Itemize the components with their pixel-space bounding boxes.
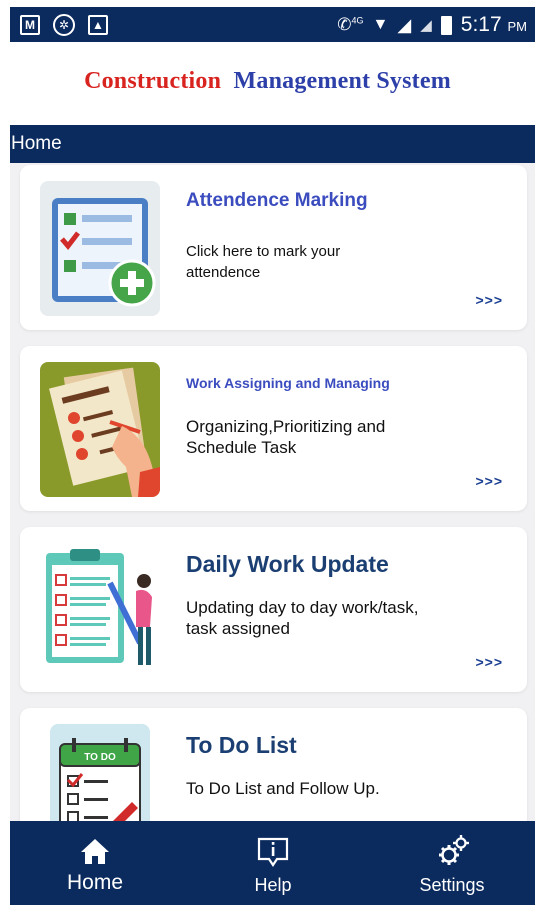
todo-illustration: TO DO: [50, 724, 150, 821]
card-description: Click here to mark your attendence: [186, 241, 340, 283]
todo-badge-text: TO DO: [84, 752, 116, 763]
signal-icon-2: ◢: [420, 17, 432, 34]
gmail-icon: M: [20, 15, 40, 35]
daily-update-illustration: [40, 543, 160, 678]
app-notification-icon: ✲: [53, 14, 75, 36]
card-attendence-marking[interactable]: Attendence Marking Click here to mark yo…: [20, 165, 527, 330]
attendance-illustration: [40, 181, 160, 316]
card-title: Work Assigning and Managing: [186, 375, 390, 391]
status-time: 5:17 PM: [460, 13, 527, 36]
card-desc-line: Schedule Task: [186, 438, 297, 457]
tab-settings-label: Settings: [419, 875, 485, 895]
app-title-part1: Construction: [84, 68, 222, 94]
card-desc-line: task assigned: [186, 619, 290, 638]
card-work-assigning[interactable]: Work Assigning and Managing Organizing,P…: [20, 346, 527, 511]
bottom-nav: Home Help Settings: [10, 821, 535, 905]
app-title-part2: Management System: [233, 68, 451, 94]
call-icon: ✆4G: [337, 15, 364, 34]
tab-home-label: Home: [66, 871, 124, 894]
card-description: Updating day to day work/task, task assi…: [186, 597, 418, 639]
tab-help[interactable]: Help: [228, 821, 318, 905]
card-title: Daily Work Update: [186, 551, 389, 577]
tab-help-label: Help: [254, 875, 292, 895]
card-desc-line: attendence: [186, 264, 261, 281]
app-title: Construction Management System: [0, 68, 535, 95]
card-to-do-list[interactable]: TO DO To Do List To Do List and Follow U…: [20, 708, 527, 821]
top-nav-bar: Home: [10, 125, 535, 163]
battery-icon: [440, 15, 452, 35]
card-description: Organizing,Prioritizing and Schedule Tas…: [186, 416, 385, 458]
tab-settings[interactable]: Settings: [402, 821, 502, 905]
image-icon: ▲: [88, 15, 108, 35]
card-desc-line: Updating day to day work/task,: [186, 598, 419, 617]
settings-icon: [439, 835, 469, 865]
wifi-icon: ▼: [372, 16, 389, 33]
page-title: Home: [11, 133, 62, 154]
card-desc-line: Organizing,Prioritizing and: [186, 417, 386, 436]
card-desc-line: To Do List and Follow Up.: [186, 779, 380, 798]
card-desc-line: Click here to mark your: [186, 243, 341, 260]
home-icon: [81, 839, 109, 864]
help-icon: [257, 837, 289, 867]
card-arrow[interactable]: >>>: [475, 292, 503, 308]
signal-icon: ◢: [397, 14, 412, 35]
status-bar: M ✲ ▲ ✆4G ▼ ◢ ◢ 5:17 PM: [10, 7, 535, 42]
card-title: To Do List: [186, 732, 297, 758]
card-arrow[interactable]: >>>: [475, 654, 503, 670]
tab-home[interactable]: Home: [40, 821, 150, 905]
work-assign-illustration: [40, 362, 160, 497]
card-title: Attendence Marking: [186, 190, 368, 211]
card-description: To Do List and Follow Up.: [186, 778, 380, 799]
card-daily-work-update[interactable]: Daily Work Update Updating day to day wo…: [20, 527, 527, 692]
home-content[interactable]: Attendence Marking Click here to mark yo…: [10, 163, 535, 821]
card-arrow[interactable]: >>>: [475, 473, 503, 489]
